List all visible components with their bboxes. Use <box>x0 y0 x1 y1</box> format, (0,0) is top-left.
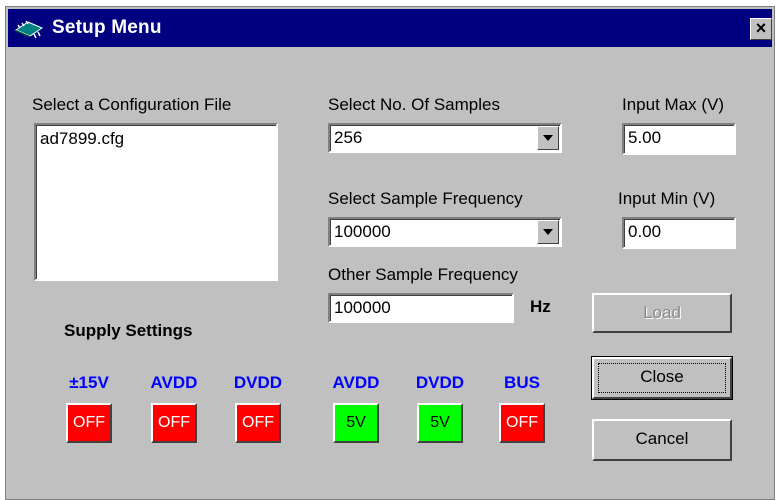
supply-label-bus: BUS <box>504 373 540 392</box>
supply-toggle-pm15v[interactable]: OFF <box>66 403 112 443</box>
cancel-button[interactable]: Cancel <box>592 419 732 461</box>
input-max-value: 5.00 <box>628 128 662 147</box>
chevron-down-icon <box>543 229 553 235</box>
supply-toggle-avdd-2[interactable]: 5V <box>333 403 379 443</box>
supply-toggle-dvdd-2[interactable]: 5V <box>417 403 463 443</box>
load-button[interactable]: Load <box>592 293 732 333</box>
input-max-field[interactable]: 5.00 <box>622 123 736 155</box>
input-max-label: Input Max (V) <box>622 95 725 114</box>
supply-label-avdd-1: AVDD <box>150 373 198 392</box>
chevron-down-icon <box>543 135 553 141</box>
samples-value: 256 <box>334 128 363 147</box>
other-frequency-value: 100000 <box>334 298 391 317</box>
cancel-button-label: Cancel <box>635 429 689 448</box>
supply-toggle-bus[interactable]: OFF <box>499 403 545 443</box>
samples-label: Select No. Of Samples <box>328 95 500 114</box>
supply-label-pm15v: ±15V <box>69 373 109 392</box>
input-min-label: Input Min (V) <box>618 189 716 208</box>
input-min-field[interactable]: 0.00 <box>622 217 736 249</box>
supply-label-dvdd-1: DVDD <box>233 373 283 392</box>
close-button[interactable]: Close <box>591 356 733 400</box>
close-button-label: Close <box>640 367 684 386</box>
samples-dropdown-button[interactable] <box>537 126 559 150</box>
samples-select[interactable]: 256 <box>328 123 562 153</box>
window-title: Setup Menu <box>52 17 162 38</box>
hz-unit-label: Hz <box>530 297 551 316</box>
load-button-label: Load <box>643 303 681 322</box>
supply-toggle-avdd-1[interactable]: OFF <box>151 403 197 443</box>
setup-dialog: Setup Menu × Select a Configuration File… <box>5 6 775 500</box>
sample-frequency-dropdown-button[interactable] <box>537 220 559 244</box>
config-file-list[interactable]: ad7899.cfg <box>34 123 278 281</box>
config-file-label: Select a Configuration File <box>32 95 232 114</box>
other-frequency-label: Other Sample Frequency <box>328 265 518 284</box>
close-window-button[interactable]: × <box>750 18 772 40</box>
chip-icon <box>14 20 44 39</box>
sample-frequency-value: 100000 <box>334 222 391 241</box>
input-min-value: 0.00 <box>628 222 662 241</box>
supply-settings-title: Supply Settings <box>64 321 193 340</box>
supply-toggle-dvdd-1[interactable]: OFF <box>235 403 281 443</box>
config-file-item[interactable]: ad7899.cfg <box>40 129 124 149</box>
supply-label-dvdd-2: DVDD <box>415 373 465 392</box>
sample-frequency-label: Select Sample Frequency <box>328 189 523 208</box>
other-frequency-input[interactable]: 100000 <box>328 293 514 323</box>
supply-label-avdd-2: AVDD <box>332 373 380 392</box>
sample-frequency-select[interactable]: 100000 <box>328 217 562 247</box>
title-bar[interactable]: Setup Menu × <box>8 9 772 47</box>
